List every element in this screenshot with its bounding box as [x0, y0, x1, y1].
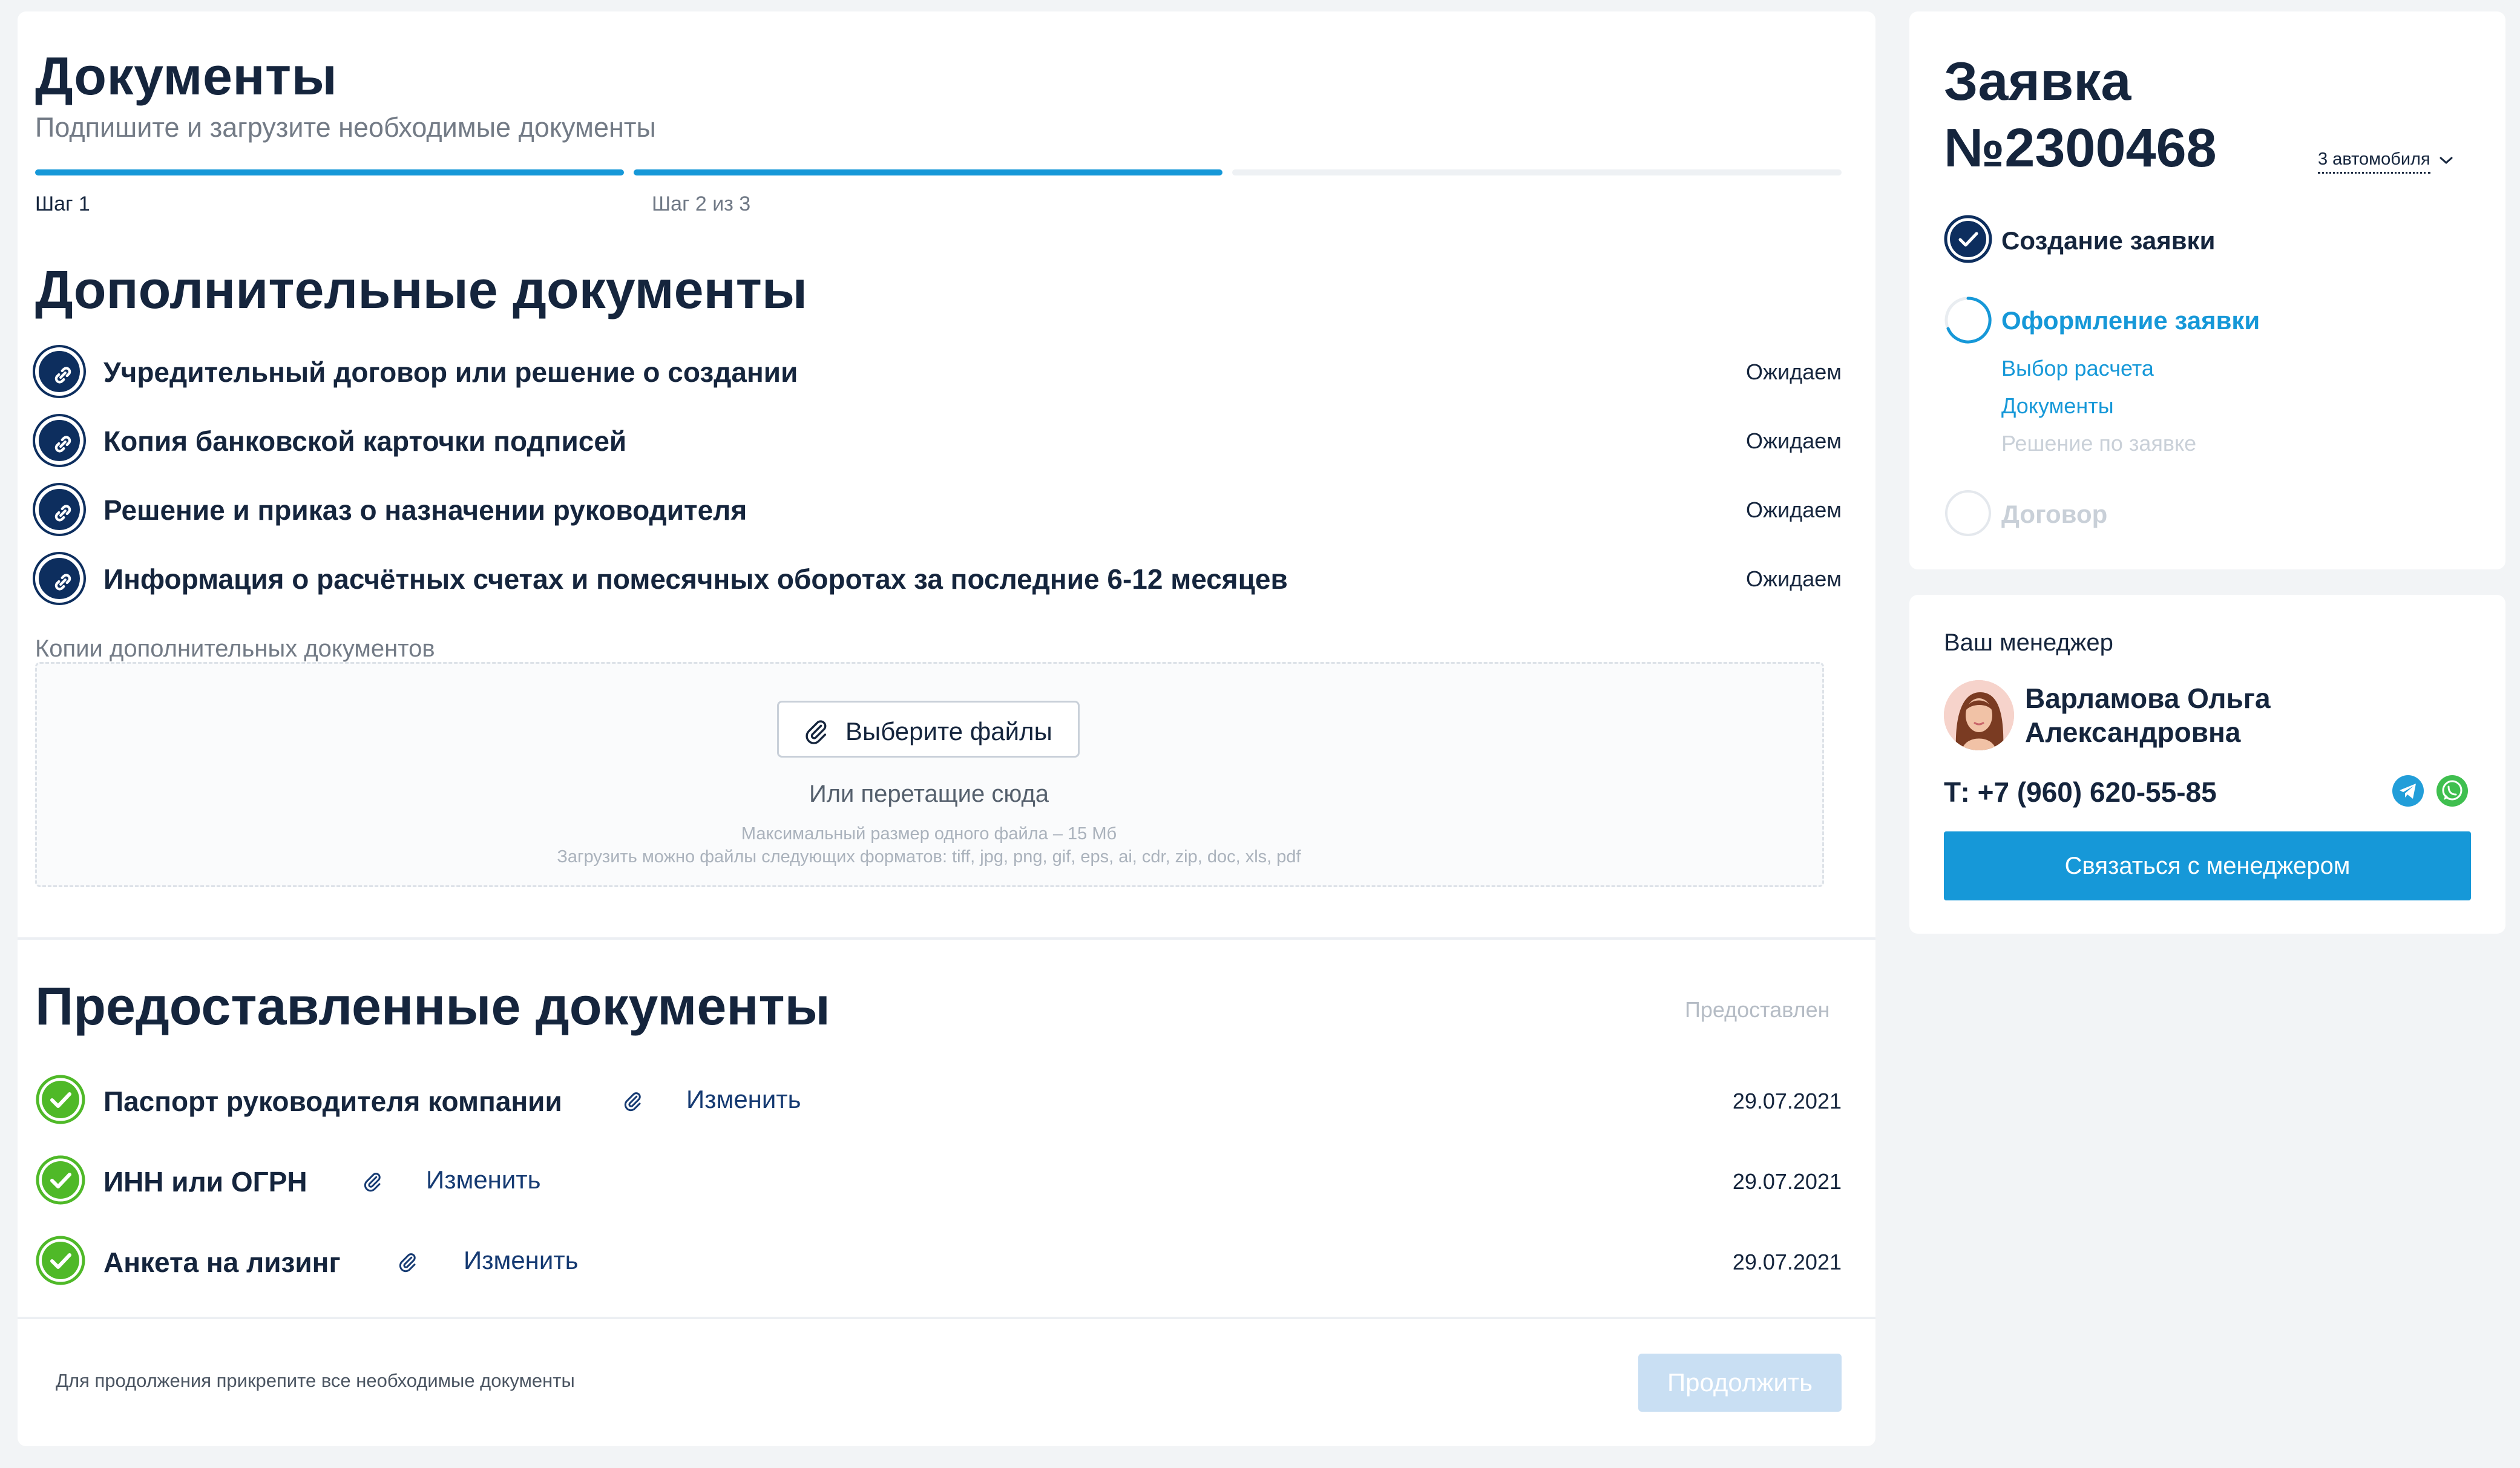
change-link[interactable]: Изменить [426, 1165, 540, 1194]
provided-doc-title: Паспорт руководителя компании [103, 1086, 562, 1117]
chevron-down-icon [2440, 157, 2453, 165]
step-1-label: Шаг 1 [35, 192, 90, 215]
check-circle-icon [36, 1155, 85, 1205]
link-icon [35, 485, 84, 534]
paperclip-icon[interactable] [361, 1170, 383, 1192]
manager-avatar [1944, 680, 2014, 750]
additional-doc-title: Информация о расчётных счетах и помесячн… [103, 563, 1288, 595]
substep-documents[interactable]: Документы [2001, 393, 2114, 419]
check-circle-icon [36, 1075, 85, 1124]
footer-divider [18, 1317, 1875, 1319]
choose-files-button[interactable]: Выберите файлы [777, 701, 1080, 758]
additional-doc-row[interactable]: Информация о расчётных счетах и помесячн… [35, 554, 1842, 603]
link-icon [35, 347, 84, 396]
additional-doc-row[interactable]: Решение и приказ о назначении руководите… [35, 485, 1842, 534]
paperclip-icon[interactable] [396, 1251, 418, 1273]
max-size-hint: Максимальный размер одного файла – 15 Мб [741, 824, 1117, 844]
additional-doc-title: Копия банковской карточки подписей [103, 425, 627, 457]
substep-decision: Решение по заявке [2001, 431, 2197, 456]
stage-pending-icon [1945, 490, 1991, 536]
choose-files-label: Выберите файлы [845, 717, 1052, 745]
substep-calculation[interactable]: Выбор расчета [2001, 356, 2154, 381]
paperclip-icon [806, 720, 827, 744]
manager-name-line2: Александровна [2025, 716, 2241, 748]
link-icon [35, 554, 84, 603]
additional-doc-status: Ожидаем [1746, 359, 1842, 384]
additional-doc-title: Решение и приказ о назначении руководите… [103, 494, 747, 526]
stage-progress-icon [1944, 297, 1992, 344]
progress-segment-1 [35, 169, 624, 175]
additional-doc-row[interactable]: Учредительный договор или решение о созд… [35, 347, 1842, 396]
additional-doc-status: Ожидаем [1746, 497, 1842, 522]
copies-label: Копии дополнительных документов [35, 635, 435, 662]
contact-manager-button[interactable]: Связаться с менеджером [1944, 831, 2471, 900]
application-title: Заявка №2300468 [1944, 48, 2217, 182]
stage-processing-label: Оформление заявки [2001, 306, 2260, 335]
provided-doc-title: ИНН или ОГРН [103, 1166, 307, 1198]
provided-doc-title: Анкета на лизинг [103, 1247, 341, 1278]
provided-doc-date: 29.07.2021 [1732, 1169, 1842, 1194]
link-icon [35, 416, 84, 465]
section-divider [18, 937, 1875, 940]
progress-segment-2 [634, 169, 1222, 175]
provided-doc-date: 29.07.2021 [1732, 1089, 1842, 1113]
cars-dropdown[interactable]: 3 автомобиля [2318, 149, 2453, 174]
change-link[interactable]: Изменить [464, 1246, 578, 1275]
stage-create-label: Создание заявки [2001, 226, 2216, 255]
additional-docs-title: Дополнительные документы [35, 260, 807, 319]
manager-phone[interactable]: Т: +7 (960) 620-55-85 [1944, 776, 2217, 808]
formats-hint: Загрузить можно файлы следующих форматов… [557, 847, 1301, 867]
additional-doc-status: Ожидаем [1746, 566, 1842, 591]
telegram-icon[interactable] [2392, 775, 2424, 807]
provided-doc-row: ИНН или ОГРН Изменить 29.07.2021 [35, 1155, 1842, 1209]
manager-heading: Ваш менеджер [1944, 629, 2113, 656]
check-circle-icon [36, 1236, 85, 1285]
stage-contract-label: Договор [2001, 500, 2108, 528]
footer-note: Для продолжения прикрепите все необходим… [56, 1370, 575, 1391]
manager-name-line1: Варламова Ольга [2025, 683, 2271, 714]
application-title-line1: Заявка [1944, 51, 2131, 112]
paperclip-icon[interactable] [622, 1090, 643, 1112]
provided-docs-title: Предоставленные документы [35, 976, 830, 1036]
page-subtitle: Подпишите и загрузите необходимые докуме… [35, 112, 656, 143]
step-2-label: Шаг 2 из 3 [652, 192, 751, 215]
provided-doc-row: Анкета на лизинг Изменить 29.07.2021 [35, 1235, 1842, 1289]
additional-doc-row[interactable]: Копия банковской карточки подписей Ожида… [35, 416, 1842, 465]
whatsapp-icon[interactable] [2436, 775, 2469, 807]
change-link[interactable]: Изменить [686, 1085, 801, 1114]
progress-segment-3 [1232, 169, 1842, 175]
provided-status-header: Предоставлен [1685, 997, 1830, 1022]
cars-dropdown-label: 3 автомобиля [2318, 149, 2430, 169]
provided-doc-date: 29.07.2021 [1732, 1250, 1842, 1274]
manager-name: Варламова Ольга Александровна [2025, 681, 2271, 749]
drag-hint: Или перетащие сюда [809, 781, 1049, 807]
application-number: №2300468 [1944, 118, 2217, 179]
additional-doc-title: Учредительный договор или решение о созд… [103, 356, 798, 388]
continue-button[interactable]: Продолжить [1638, 1354, 1842, 1412]
provided-doc-row: Паспорт руководителя компании Изменить 2… [35, 1074, 1842, 1129]
stage-done-icon [1944, 215, 1992, 263]
additional-doc-status: Ожидаем [1746, 428, 1842, 453]
page-title: Документы [35, 46, 338, 106]
